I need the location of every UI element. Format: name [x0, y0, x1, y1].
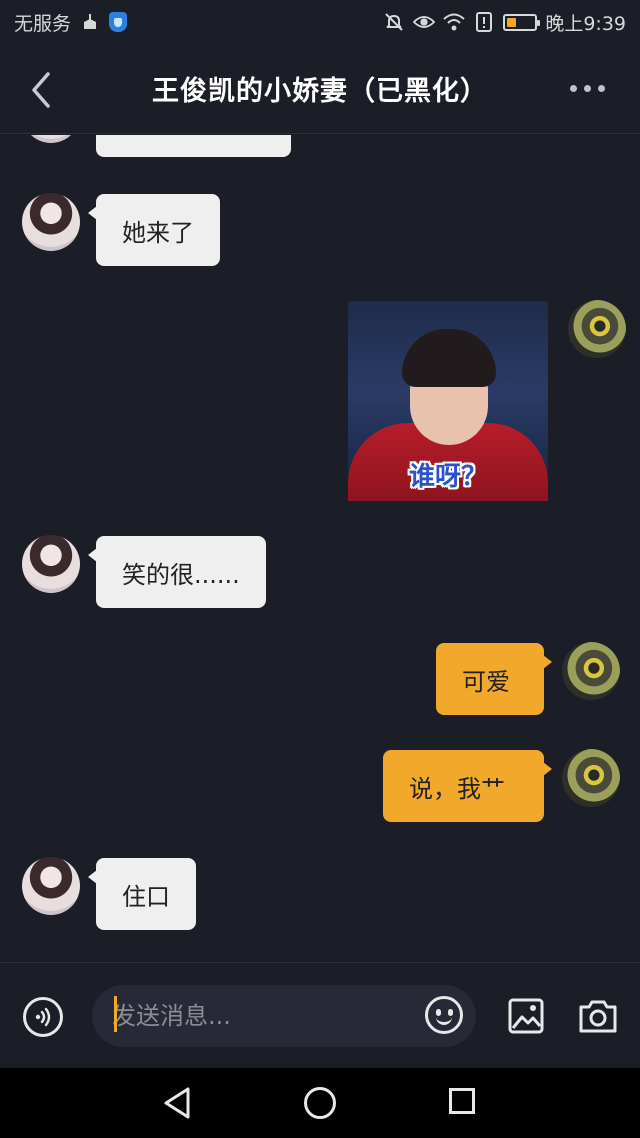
emoji-icon: [436, 1009, 441, 1016]
emoji-button[interactable]: [425, 996, 463, 1034]
nav-home-icon[interactable]: [304, 1087, 336, 1119]
wifi-icon: [443, 11, 465, 33]
voice-icon: [35, 1007, 51, 1027]
message-bubble-incoming[interactable]: 她来了: [88, 194, 220, 266]
message-bubble-incoming[interactable]: [96, 135, 291, 157]
carrier-text: 无服务: [14, 12, 72, 35]
photo-hair: [402, 329, 496, 387]
contact-avatar[interactable]: [22, 535, 80, 593]
clock-text: 晚上9:39: [545, 12, 626, 35]
mute-icon: [383, 11, 405, 33]
nav-back-icon: [164, 1087, 190, 1119]
image-icon: [508, 998, 544, 1034]
more-dot: [584, 84, 591, 92]
system-nav-bar: [0, 1068, 640, 1138]
nav-back-button[interactable]: [162, 1086, 194, 1120]
message-bubble-incoming[interactable]: 住口: [88, 858, 196, 930]
battery-level: [507, 17, 517, 27]
nav-recents-icon[interactable]: [449, 1088, 475, 1114]
voice-button[interactable]: [23, 997, 63, 1037]
message-list[interactable]: 她来了 谁呀？ 笑的很...... 可爱 说，我艹 住口: [0, 135, 640, 962]
image-caption: 谁呀？: [408, 462, 487, 492]
text-caret: [114, 996, 117, 1032]
status-left: 无服务: [14, 9, 128, 36]
more-button[interactable]: [570, 78, 610, 98]
chevron-left-icon: [32, 72, 50, 108]
status-right: 晚上9:39: [383, 9, 626, 36]
contact-avatar[interactable]: [22, 193, 80, 251]
alert-icon: [473, 11, 495, 33]
back-button[interactable]: [26, 70, 56, 110]
eye-icon: [413, 11, 436, 33]
more-dot: [598, 84, 605, 92]
composer-bar: [0, 962, 640, 1068]
message-input-wrapper: [92, 985, 476, 1047]
shield-icon: [109, 12, 128, 32]
message-input[interactable]: [112, 985, 412, 1047]
image-button[interactable]: [508, 998, 544, 1034]
my-avatar[interactable]: [562, 642, 620, 700]
chat-title: 王俊凯的小娇妻（已黑化）: [152, 76, 488, 107]
camera-button[interactable]: [578, 998, 618, 1034]
message-bubble-outgoing[interactable]: 说，我艹: [383, 750, 552, 822]
image-message[interactable]: 谁呀？: [348, 301, 548, 501]
battery-icon: [503, 13, 541, 31]
status-bar: 无服务 晚上9:39: [0, 0, 640, 44]
more-dots-icon: [570, 84, 577, 92]
my-avatar[interactable]: [568, 300, 626, 358]
contact-avatar[interactable]: [22, 135, 80, 143]
chat-header: 王俊凯的小娇妻（已黑化）: [0, 44, 640, 134]
cleaner-icon: [79, 11, 101, 33]
emoji-icon-mouth: [436, 1016, 452, 1025]
message-bubble-incoming[interactable]: 笑的很......: [88, 536, 266, 608]
message-bubble-outgoing[interactable]: 可爱: [436, 643, 552, 715]
emoji-icon-eye: [448, 1009, 453, 1016]
contact-avatar[interactable]: [22, 857, 80, 915]
my-avatar[interactable]: [562, 749, 620, 807]
camera-icon: [579, 1000, 617, 1033]
